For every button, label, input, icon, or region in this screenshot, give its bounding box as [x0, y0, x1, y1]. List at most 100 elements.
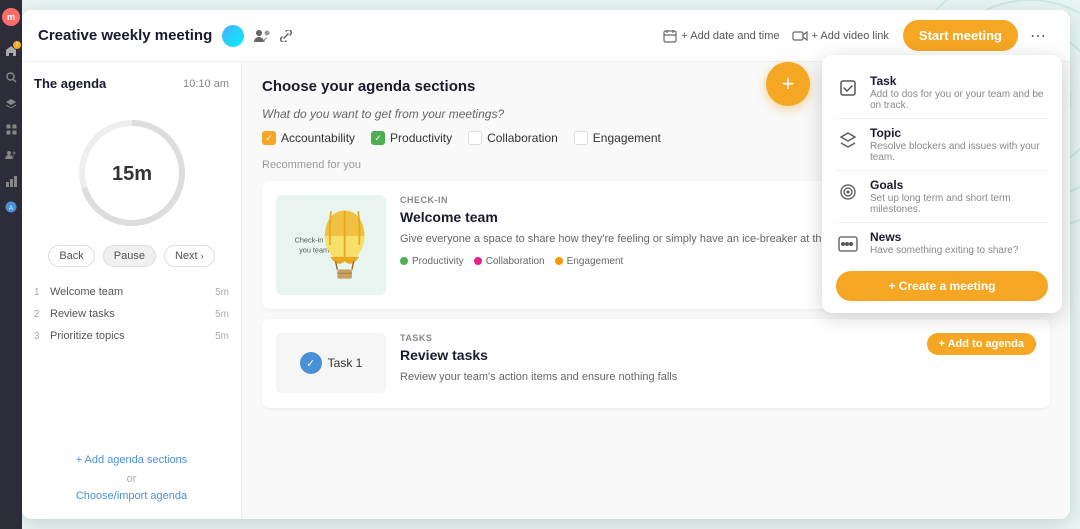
task-visual: ✓ Task 1	[276, 333, 386, 393]
fab-button[interactable]: +	[766, 62, 810, 106]
checkbox-label-accountability: Accountability	[281, 131, 355, 145]
item-number: 1	[34, 287, 50, 298]
agenda-actions: + Add agenda sections or Choose/import a…	[34, 441, 229, 505]
create-meeting-button[interactable]: + Create a meeting	[836, 271, 1048, 301]
tag-engagement: Engagement	[555, 256, 624, 267]
sidebar: m 1 A	[0, 0, 22, 529]
more-options-button[interactable]: ⋯	[1022, 22, 1054, 50]
checkbox-icon-collaboration	[468, 131, 482, 145]
item-number: 2	[34, 309, 50, 320]
checkbox-collaboration[interactable]: Collaboration	[468, 131, 558, 145]
or-label: or	[127, 473, 137, 485]
goals-icon	[836, 180, 860, 204]
item-time: 5m	[215, 287, 229, 298]
popup-topic-desc: Resolve blockers and issues with your te…	[870, 141, 1048, 163]
popup-task-text: Task Add to dos for you or your team and…	[870, 74, 1048, 111]
popup-goals-title: Goals	[870, 178, 1048, 192]
sidebar-icon-search[interactable]	[3, 69, 19, 85]
card-tag-tasks: TASKS	[400, 333, 913, 343]
tag-label-collaboration: Collaboration	[486, 256, 545, 267]
task-item-label: Task 1	[328, 356, 363, 370]
item-number: 3	[34, 331, 50, 342]
list-item: 2 Review tasks 5m	[34, 303, 229, 325]
tag-productivity: Productivity	[400, 256, 464, 267]
checkbox-label-collaboration: Collaboration	[487, 131, 558, 145]
popup-news-text: News Have something exiting to share?	[870, 230, 1048, 256]
add-sections-link[interactable]: + Add agenda sections	[34, 454, 229, 466]
checkbox-icon-productivity: ✓	[371, 131, 385, 145]
start-meeting-button[interactable]: Start meeting	[903, 20, 1018, 51]
popup-goals-text: Goals Set up long term and short term mi…	[870, 178, 1048, 215]
meeting-avatar	[222, 25, 244, 47]
agenda-title: The agenda	[34, 76, 106, 91]
timer-text: 15m	[111, 163, 151, 185]
news-icon	[836, 232, 860, 256]
review-tasks-card: ✓ Task 1 TASKS Review tasks Review your …	[262, 319, 1050, 408]
balloon-illustration: Check-in with you team!	[286, 195, 376, 295]
dot-engagement	[555, 257, 563, 265]
people-icon	[254, 29, 272, 43]
svg-text:A: A	[9, 206, 13, 212]
popup-task-title: Task	[870, 74, 1048, 88]
agenda-items-list: 1 Welcome team 5m 2 Review tasks 5m 3 Pr…	[34, 281, 229, 441]
back-button[interactable]: Back	[48, 245, 94, 267]
pause-button[interactable]: Pause	[103, 245, 156, 267]
add-date-label: + Add date and time	[681, 30, 779, 42]
item-time: 5m	[215, 309, 229, 320]
popup-topic-title: Topic	[870, 126, 1048, 140]
calendar-icon	[663, 29, 677, 43]
tag-collaboration: Collaboration	[474, 256, 545, 267]
header-icons	[222, 25, 294, 47]
popup-item-task[interactable]: Task Add to dos for you or your team and…	[836, 67, 1048, 119]
popup-item-topic[interactable]: Topic Resolve blockers and issues with y…	[836, 119, 1048, 171]
list-item: 1 Welcome team 5m	[34, 281, 229, 303]
checkbox-productivity[interactable]: ✓ Productivity	[371, 131, 452, 145]
add-video-label: + Add video link	[812, 30, 889, 42]
popup-task-desc: Add to dos for you or your team and be o…	[870, 89, 1048, 111]
next-button[interactable]: Next ›	[164, 245, 215, 267]
svg-text:you team!: you team!	[299, 245, 331, 254]
add-video-button[interactable]: + Add video link	[786, 26, 895, 46]
sidebar-icon-layers[interactable]	[3, 95, 19, 111]
popup-news-desc: Have something exiting to share?	[870, 245, 1048, 256]
floating-popup: Task Add to dos for you or your team and…	[822, 55, 1062, 313]
checkbox-accountability[interactable]: ✓ Accountability	[262, 131, 355, 145]
sidebar-icon-people[interactable]	[3, 147, 19, 163]
card-content-tasks: TASKS Review tasks Review your team's ac…	[400, 333, 913, 394]
checkbox-engagement[interactable]: Engagement	[574, 131, 661, 145]
checkbox-label-engagement: Engagement	[593, 131, 661, 145]
tag-label-engagement: Engagement	[567, 256, 624, 267]
checkbox-icon-engagement	[574, 131, 588, 145]
item-label: Prioritize topics	[50, 330, 215, 342]
topic-icon	[836, 128, 860, 152]
popup-item-news[interactable]: News Have something exiting to share?	[836, 223, 1048, 263]
item-label: Welcome team	[50, 286, 215, 298]
popup-news-title: News	[870, 230, 1048, 244]
link-icon	[278, 30, 294, 42]
sidebar-icon-avatar[interactable]: A	[3, 199, 19, 215]
item-label: Review tasks	[50, 308, 215, 320]
agenda-header: The agenda 10:10 am	[34, 76, 229, 91]
timer-circle-svg: 15m	[72, 113, 192, 233]
dot-productivity	[400, 257, 408, 265]
notification-badge: 1	[13, 41, 21, 49]
timer-controls: Back Pause Next ›	[34, 245, 229, 267]
card-desc-tasks: Review your team's action items and ensu…	[400, 369, 913, 386]
dot-collaboration	[474, 257, 482, 265]
agenda-time: 10:10 am	[183, 78, 229, 90]
card-visual-checkin: Check-in with you team!	[276, 195, 386, 295]
sidebar-icon-home[interactable]: 1	[3, 43, 19, 59]
add-date-button[interactable]: + Add date and time	[657, 25, 785, 47]
choose-import-link[interactable]: Choose/import agenda	[34, 490, 229, 502]
tag-label-productivity: Productivity	[412, 256, 464, 267]
sidebar-icon-grid[interactable]	[3, 121, 19, 137]
app-logo[interactable]: m	[2, 8, 20, 26]
popup-item-goals[interactable]: Goals Set up long term and short term mi…	[836, 171, 1048, 223]
task-check-icon: ✓	[300, 352, 322, 374]
checkbox-label-productivity: Productivity	[390, 131, 452, 145]
item-time: 5m	[215, 331, 229, 342]
add-to-agenda-button[interactable]: + Add to agenda	[927, 333, 1036, 355]
timer-display: 15m	[72, 113, 192, 233]
card-title-tasks: Review tasks	[400, 347, 913, 363]
sidebar-icon-chart[interactable]	[3, 173, 19, 189]
